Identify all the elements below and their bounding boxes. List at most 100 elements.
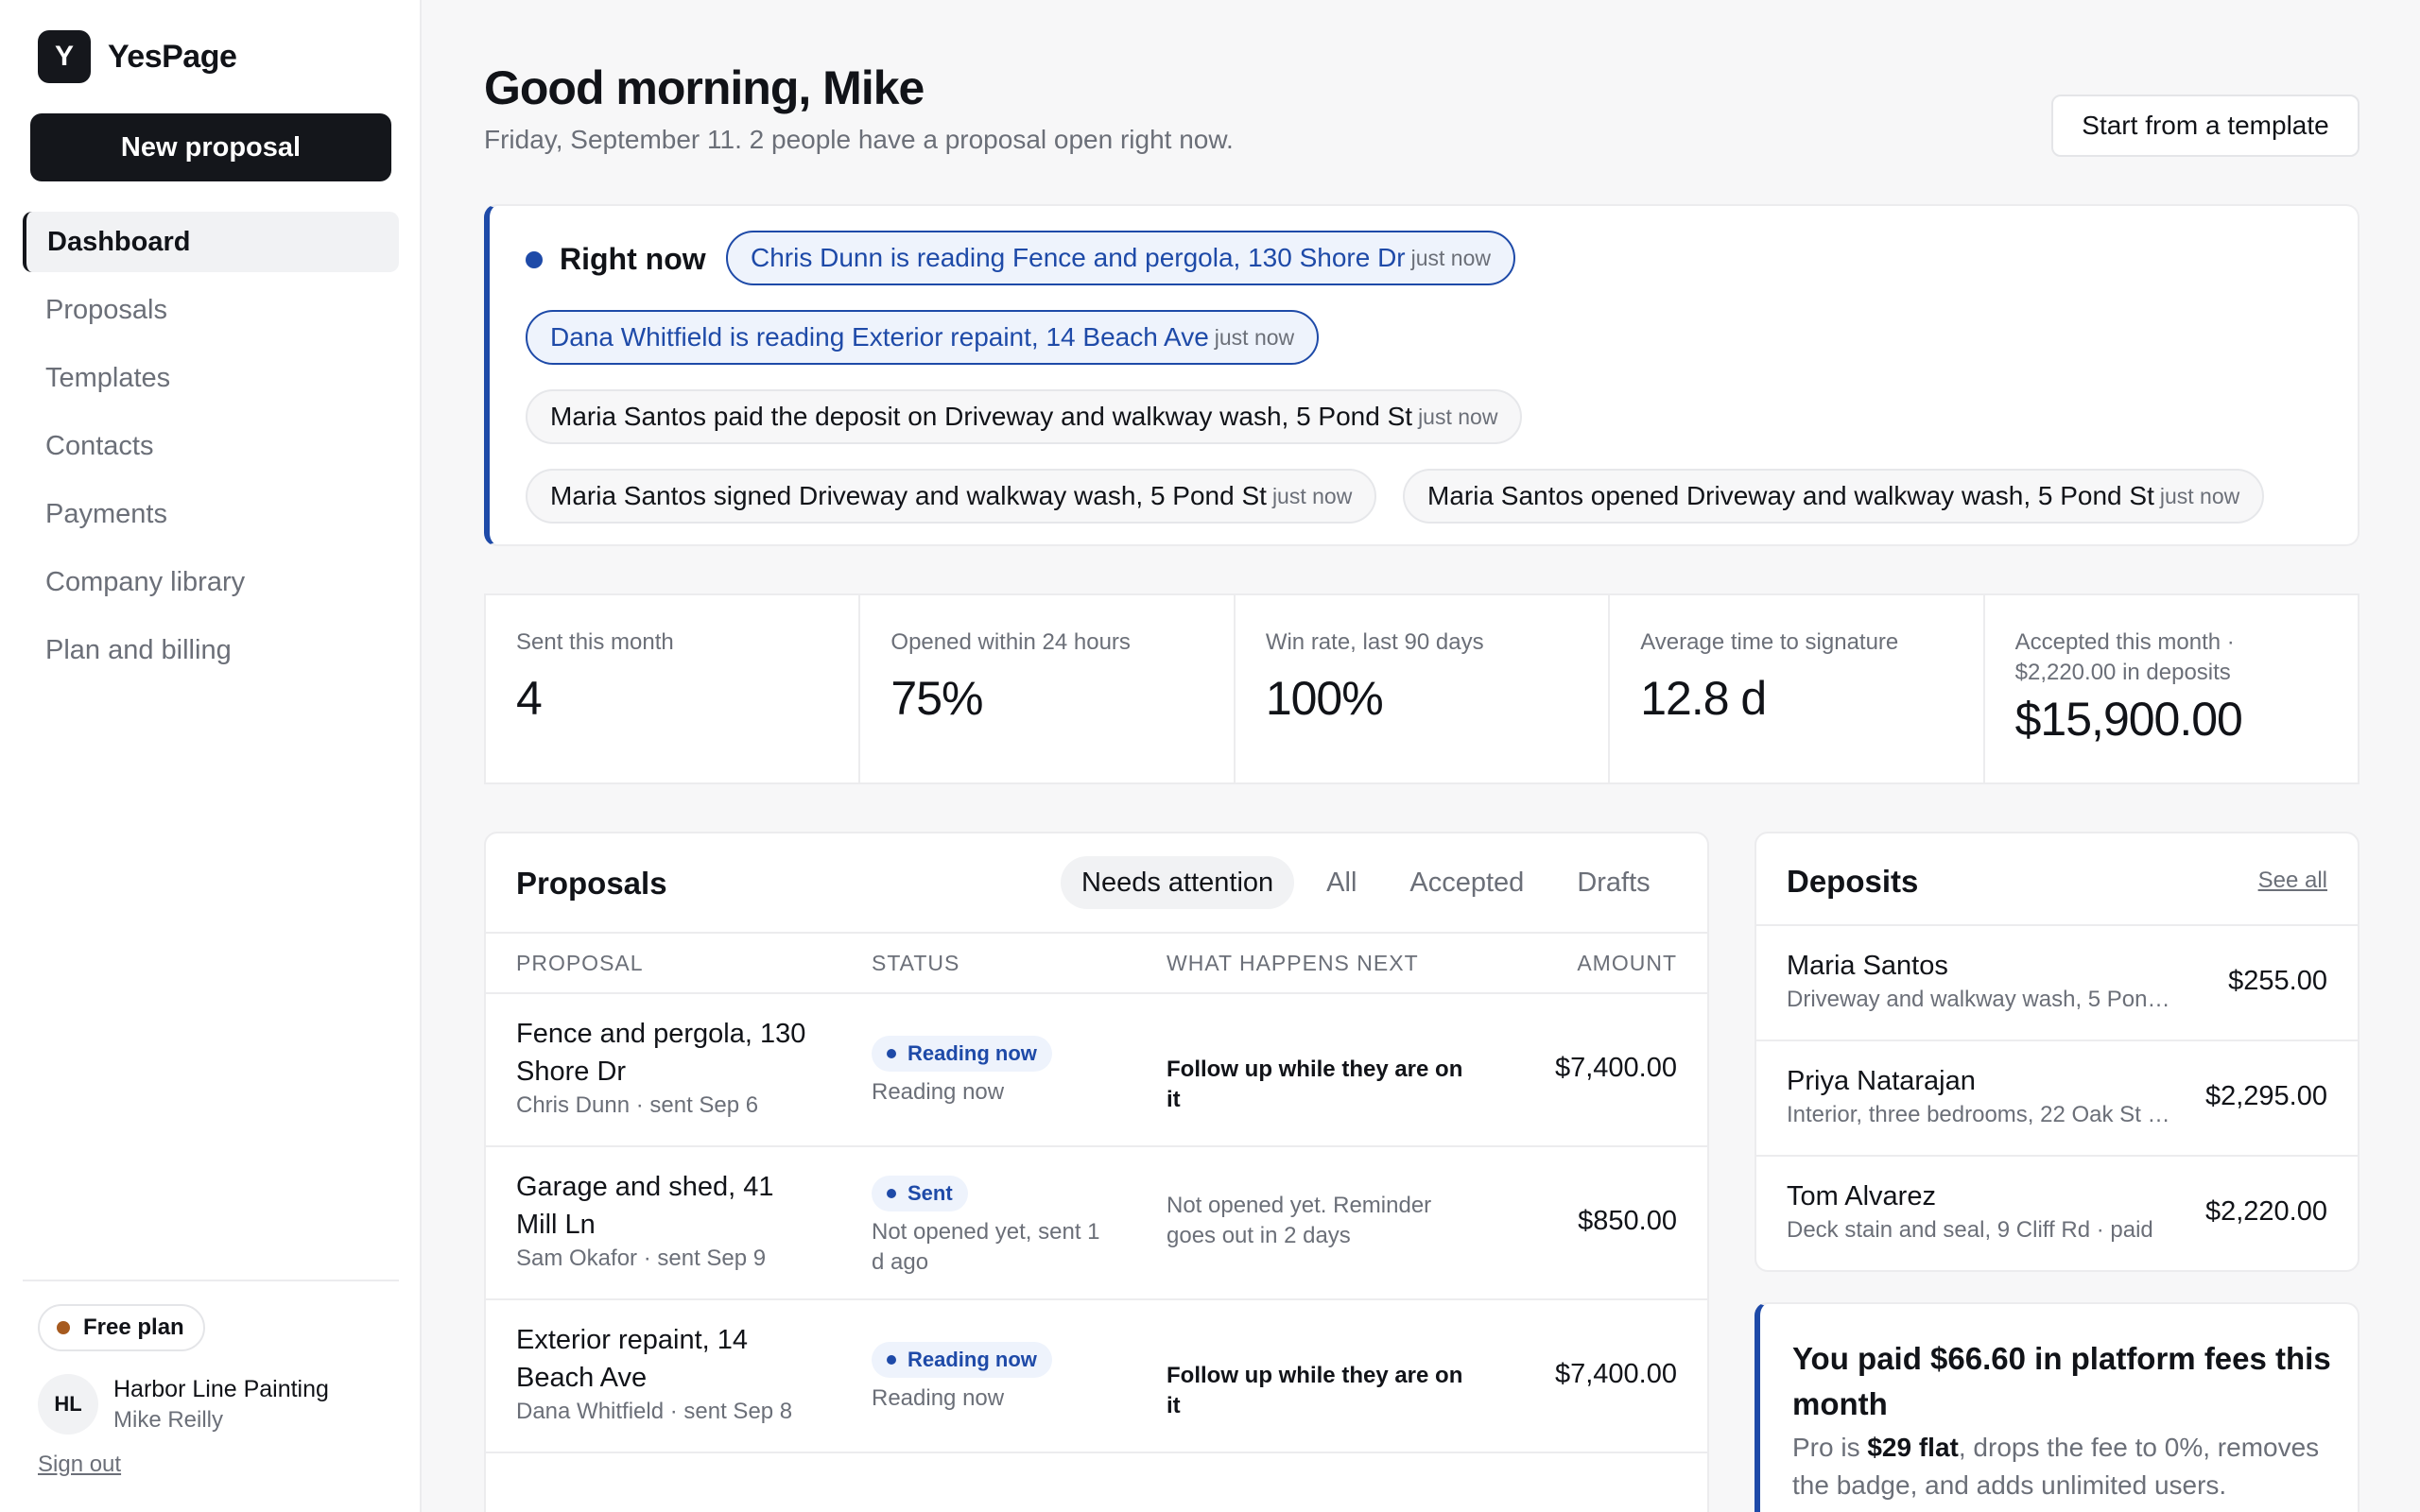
- next-step: Follow up while they are on it: [1167, 1363, 1463, 1418]
- activity-chip[interactable]: Maria Santos paid the deposit on Drivewa…: [526, 389, 1523, 444]
- sidebar-item-plan-and-billing[interactable]: Plan and billing: [23, 620, 399, 680]
- brand-name: YesPage: [108, 38, 237, 75]
- deposit-amount: $255.00: [2228, 966, 2327, 996]
- stat-win-rate: Win rate, last 90 days 100%: [1236, 595, 1611, 782]
- tab-drafts[interactable]: Drafts: [1556, 856, 1670, 909]
- activity-chip[interactable]: Dana Whitfield is reading Exterior repai…: [526, 310, 1320, 365]
- sidebar-divider: [23, 1280, 399, 1281]
- status-detail: Reading now: [872, 1385, 1005, 1411]
- activity-time: just now: [1271, 483, 1353, 508]
- deposits-title: Deposits: [1787, 864, 1919, 899]
- activity-chip[interactable]: Maria Santos opened Driveway and walkway…: [1403, 469, 2265, 524]
- deposit-client: Priya Natarajan: [1787, 1066, 1976, 1096]
- fees-body-prefix: Pro is: [1792, 1433, 1868, 1462]
- proposal-meta: Chris Dunn · sent Sep 6: [516, 1092, 759, 1118]
- stat-value: 12.8 d: [1640, 672, 1767, 725]
- deposit-row[interactable]: Priya Natarajan Interior, three bedrooms…: [1756, 1040, 2358, 1155]
- proposal-name[interactable]: Fence and pergola, 130 Shore Dr: [516, 1015, 819, 1091]
- plan-badge[interactable]: Free plan: [38, 1304, 205, 1351]
- status-badge: Sent: [872, 1176, 968, 1211]
- deposit-detail: Deck stain and seal, 9 Cliff Rd · paid: [1787, 1217, 2153, 1243]
- proposal-amount: $850.00: [1578, 1206, 1677, 1236]
- next-step: Not opened yet. Reminder goes out in 2 d…: [1167, 1193, 1432, 1248]
- page-title: Good morning, Mike: [484, 61, 925, 114]
- brand[interactable]: Y YesPage: [38, 30, 237, 83]
- status-detail: Not opened yet, sent 1 d ago: [872, 1219, 1100, 1275]
- stat-label: Win rate, last 90 days: [1265, 629, 1484, 655]
- live-dot-icon: [526, 250, 543, 268]
- deposit-detail: Driveway and walkway wash, 5 Pond St · p…: [1787, 987, 2174, 1012]
- activity-text: Maria Santos paid the deposit on Drivewa…: [550, 402, 1413, 431]
- status-badge-label: Sent: [908, 1181, 953, 1205]
- deposit-row[interactable]: Maria Santos Driveway and walkway wash, …: [1756, 924, 2358, 1040]
- stat-label: Sent this month: [516, 629, 674, 655]
- proposal-amount: $7,400.00: [1554, 1359, 1677, 1389]
- sidebar-item-dashboard[interactable]: Dashboard: [23, 212, 399, 272]
- fees-body: Pro is $29 flat, drops the fee to 0%, re…: [1792, 1429, 2341, 1504]
- table-row[interactable]: Garage and shed, 41 Mill Ln Sam Okafor ·…: [486, 1147, 1707, 1300]
- status-badge-label: Reading now: [908, 1041, 1037, 1065]
- activity-text: Maria Santos opened Driveway and walkway…: [1427, 481, 2154, 510]
- activity-chip[interactable]: Chris Dunn is reading Fence and pergola,…: [726, 231, 1515, 285]
- proposal-name[interactable]: Exterior repaint, 14 Beach Ave: [516, 1321, 819, 1397]
- tab-accepted[interactable]: Accepted: [1389, 856, 1545, 909]
- tab-needs-attention[interactable]: Needs attention: [1061, 856, 1295, 909]
- deposit-detail: Interior, three bedrooms, 22 Oak St · pa…: [1787, 1102, 2172, 1127]
- proposal-name[interactable]: Garage and shed, 41 Mill Ln: [516, 1168, 819, 1244]
- deposits-card: Deposits See all Maria Santos Driveway a…: [1754, 832, 2360, 1272]
- activity-chip[interactable]: Maria Santos signed Driveway and walkway…: [526, 469, 1377, 524]
- company-name: Harbor Line Painting: [113, 1376, 329, 1402]
- stat-value: 4: [516, 672, 543, 725]
- deposit-client: Maria Santos: [1787, 951, 1948, 981]
- proposal-cell: Exterior repaint, 14 Beach Ave Dana Whit…: [516, 1321, 819, 1425]
- column-header-status[interactable]: STATUS: [872, 951, 959, 976]
- brand-logo: Y: [38, 30, 91, 83]
- next-step: Follow up while they are on it: [1167, 1057, 1463, 1112]
- column-header-next[interactable]: WHAT HAPPENS NEXT: [1167, 951, 1419, 976]
- status-cell: Reading now Reading now: [872, 1342, 1108, 1414]
- stat-avg-time-to-signature: Average time to signature 12.8 d: [1610, 595, 1985, 782]
- sidebar-item-payments[interactable]: Payments: [23, 484, 399, 544]
- new-proposal-button[interactable]: New proposal: [30, 113, 391, 181]
- activity-text: Maria Santos signed Driveway and walkway…: [550, 481, 1267, 510]
- tab-all[interactable]: All: [1305, 856, 1377, 909]
- status-dot-icon: [887, 1355, 896, 1365]
- column-header-proposal[interactable]: PROPOSAL: [516, 951, 644, 976]
- sidebar-item-templates[interactable]: Templates: [23, 348, 399, 408]
- sidebar-item-contacts[interactable]: Contacts: [23, 416, 399, 476]
- deposit-row[interactable]: Tom Alvarez Deck stain and seal, 9 Cliff…: [1756, 1155, 2358, 1270]
- sidebar-item-proposals[interactable]: Proposals: [23, 280, 399, 340]
- table-row[interactable]: Exterior repaint, 14 Beach Ave Dana Whit…: [486, 1300, 1707, 1453]
- stat-label: Average time to signature: [1640, 629, 1899, 655]
- avatar[interactable]: HL: [38, 1374, 98, 1435]
- right-now-heading: Right now: [526, 242, 706, 277]
- status-cell: Sent Not opened yet, sent 1 d ago: [872, 1176, 1108, 1278]
- activity-text: Dana Whitfield is reading Exterior repai…: [550, 322, 1209, 352]
- start-from-template-button[interactable]: Start from a template: [2051, 94, 2360, 157]
- stats-row: Sent this month 4 Opened within 24 hours…: [484, 593, 2360, 784]
- stat-label: Accepted this month · $2,220.00 in depos…: [2014, 629, 2235, 685]
- status-cell: Reading now Reading now: [872, 1036, 1108, 1108]
- page-subtitle: Friday, September 11. 2 people have a pr…: [484, 125, 1234, 154]
- stat-value: $15,900.00: [2014, 693, 2243, 746]
- column-header-amount[interactable]: AMOUNT: [1577, 951, 1677, 976]
- activity-time: just now: [2159, 483, 2240, 508]
- see-all-deposits-link[interactable]: See all: [2258, 868, 2327, 894]
- sign-out-link[interactable]: Sign out: [38, 1452, 121, 1478]
- proposals-card: Proposals Needs attention All Accepted D…: [484, 832, 1709, 1512]
- proposal-amount: $7,400.00: [1554, 1053, 1677, 1083]
- stat-value: 100%: [1265, 672, 1384, 725]
- right-now-title: Right now: [560, 242, 706, 276]
- proposal-cell: Garage and shed, 41 Mill Ln Sam Okafor ·…: [516, 1168, 819, 1272]
- plan-label: Free plan: [83, 1314, 184, 1340]
- stat-sent-this-month: Sent this month 4: [486, 595, 861, 782]
- table-row[interactable]: Fence and pergola, 130 Shore Dr Chris Du…: [486, 994, 1707, 1147]
- sidebar-item-company-library[interactable]: Company library: [23, 552, 399, 612]
- sidebar-nav: Dashboard Proposals Templates Contacts P…: [23, 212, 399, 688]
- stat-label: Opened within 24 hours: [890, 629, 1131, 655]
- status-detail: Reading now: [872, 1079, 1005, 1105]
- platform-fees-card[interactable]: You paid $66.60 in platform fees this mo…: [1754, 1302, 2360, 1512]
- status-dot-icon: [887, 1049, 896, 1058]
- user-name: Mike Reilly: [113, 1407, 224, 1433]
- proposal-tabs: Needs attention All Accepted Drafts: [1049, 856, 1671, 909]
